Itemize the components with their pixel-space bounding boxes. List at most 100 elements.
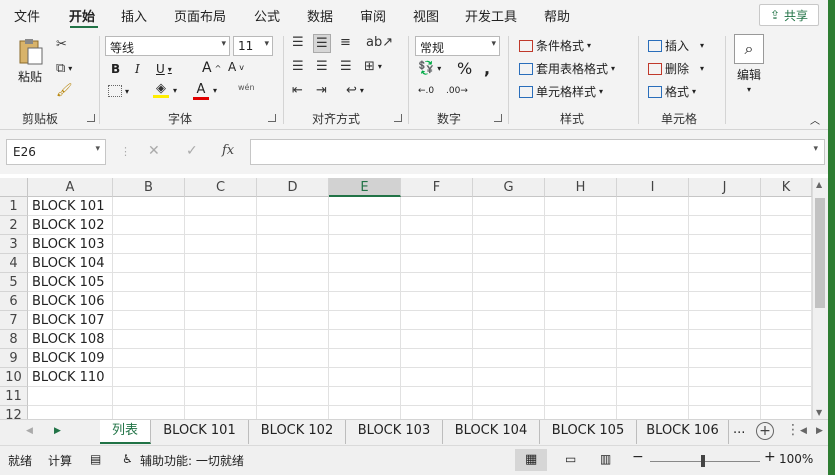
sheet-tab[interactable]: BLOCK 105 [540,420,637,444]
decrease-decimal-icon[interactable]: .00→ [446,86,468,96]
increase-indent-icon[interactable]: ⇥ [316,84,327,97]
cell[interactable]: BLOCK 110 [32,368,104,387]
spreadsheet-grid[interactable]: ABCDEFGHIJK 1 2 3 4 5 6 7 8 9 10 11 12 BLOCK 101 BLO… [0,178,812,419]
name-box[interactable]: E26 ▾ [6,139,106,165]
sheet-tab[interactable]: BLOCK 103 [346,420,443,444]
next-sheet-icon[interactable]: ▶ [54,426,61,436]
column-header[interactable]: I [617,178,689,197]
format-as-table-button[interactable]: 套用表格格式 ▾ [519,60,615,77]
column-header[interactable]: J [689,178,761,197]
italic-button[interactable]: I [135,62,140,76]
font-color-button[interactable]: A [193,82,209,100]
accessibility-status[interactable]: 辅助功能: 一切就绪 [140,452,244,469]
row-header[interactable]: 10 [0,368,28,387]
chevron-down-icon[interactable]: ▾ [173,86,177,95]
cell[interactable]: BLOCK 106 [32,292,104,311]
borders-button[interactable]: ▾ [108,85,129,97]
merge-center-icon[interactable]: ⊞ ▾ [364,60,382,73]
chevron-down-icon[interactable]: ▾ [213,86,217,95]
menu-file[interactable]: 文件 [14,6,40,25]
add-sheet-icon[interactable]: + [756,422,774,440]
format-painter-icon[interactable]: 🖌 [56,84,73,97]
row-header[interactable]: 8 [0,330,28,349]
clipboard-launcher-icon[interactable] [87,114,95,122]
tab-split-icon[interactable]: ⋮ [786,422,800,438]
sheet-tab[interactable]: BLOCK 101 [151,420,249,444]
status-calculate[interactable]: 计算 [48,452,72,469]
font-name-combo[interactable]: 等线 ▾ [105,36,230,56]
insert-function-icon[interactable]: fx [222,143,234,158]
row-header[interactable]: 5 [0,273,28,292]
zoom-slider-thumb[interactable] [701,455,705,467]
paste-button[interactable]: 粘贴 [16,38,44,85]
row-header[interactable]: 11 [0,387,28,406]
collapse-ribbon-icon[interactable]: ︿ [810,112,820,127]
number-launcher-icon[interactable] [494,114,502,122]
column-header[interactable]: E [329,178,401,197]
accessibility-icon[interactable]: ♿ [122,452,133,466]
normal-view-icon[interactable]: ▦ [515,449,547,471]
alignment-launcher-icon[interactable] [394,114,402,122]
wrap-text-icon[interactable]: ↩ ▾ [346,84,364,97]
increase-font-icon[interactable]: A ^ [202,60,221,76]
bold-button[interactable]: B [111,62,120,76]
accounting-format-icon[interactable]: 💱 ▾ [418,62,441,75]
menu-page-layout[interactable]: 页面布局 [174,6,226,25]
page-icon[interactable]: ▤ [90,452,101,466]
row-header[interactable]: 6 [0,292,28,311]
row-header[interactable]: 1 [0,197,28,216]
row-header[interactable]: 12 [0,406,28,419]
scroll-right-icon[interactable]: ▶ [816,426,823,436]
number-format-combo[interactable]: 常规 ▾ [415,36,500,56]
font-launcher-icon[interactable] [268,114,276,122]
underline-button[interactable]: U ▾ [156,62,172,76]
cell[interactable]: BLOCK 102 [32,216,104,235]
align-bottom-icon[interactable]: ≡ [340,36,351,49]
column-header[interactable]: B [113,178,185,197]
cell-styles-button[interactable]: 单元格样式 ▾ [519,83,603,100]
menu-help[interactable]: 帮助 [544,6,570,25]
scroll-left-icon[interactable]: ◀ [800,426,807,436]
fill-color-button[interactable]: ◈ [153,82,169,98]
increase-decimal-icon[interactable]: ←.0 [418,86,434,96]
enter-icon[interactable]: ✓ [186,143,198,159]
insert-cells-button[interactable]: 插入 ▾ [648,37,704,54]
column-header[interactable]: K [761,178,812,197]
page-layout-view-icon[interactable]: ▭ [565,452,576,466]
column-header[interactable]: H [545,178,617,197]
orientation-icon[interactable]: ab↗ [366,36,393,49]
page-break-view-icon[interactable]: ▥ [600,452,611,466]
menu-data[interactable]: 数据 [307,6,333,25]
conditional-format-button[interactable]: 条件格式 ▾ [519,37,591,54]
formula-input[interactable]: ▾ [250,139,825,165]
cut-icon[interactable]: ✂ [56,38,67,51]
row-header[interactable]: 7 [0,311,28,330]
align-right-icon[interactable]: ☰ [340,60,352,73]
align-left-icon[interactable]: ☰ [292,60,304,73]
row-header[interactable]: 2 [0,216,28,235]
menu-review[interactable]: 审阅 [360,6,386,25]
row-header[interactable]: 4 [0,254,28,273]
zoom-level[interactable]: 100% [779,452,813,466]
select-all-corner[interactable] [0,178,28,197]
menu-developer[interactable]: 开发工具 [465,6,517,25]
scroll-up-icon[interactable]: ▲ [816,180,822,189]
align-center-icon[interactable]: ☰ [316,60,328,73]
column-header[interactable]: C [185,178,257,197]
column-header[interactable]: D [257,178,329,197]
row-header[interactable]: 9 [0,349,28,368]
sheet-tab[interactable]: BLOCK 104 [443,420,540,444]
vertical-scroll-thumb[interactable] [815,198,825,308]
phonetic-button[interactable]: wén [238,83,255,92]
cell[interactable]: BLOCK 109 [32,349,104,368]
cell[interactable]: BLOCK 107 [32,311,104,330]
zoom-slider-track[interactable] [650,461,760,462]
scroll-down-icon[interactable]: ▼ [816,408,822,417]
menu-home[interactable]: 开始 [69,6,95,25]
cell[interactable]: BLOCK 104 [32,254,104,273]
copy-icon[interactable]: ⧉ ▾ [56,62,72,75]
column-header[interactable]: G [473,178,545,197]
decrease-font-icon[interactable]: Av [228,60,244,74]
cell[interactable]: BLOCK 108 [32,330,104,349]
cell[interactable]: BLOCK 105 [32,273,104,292]
